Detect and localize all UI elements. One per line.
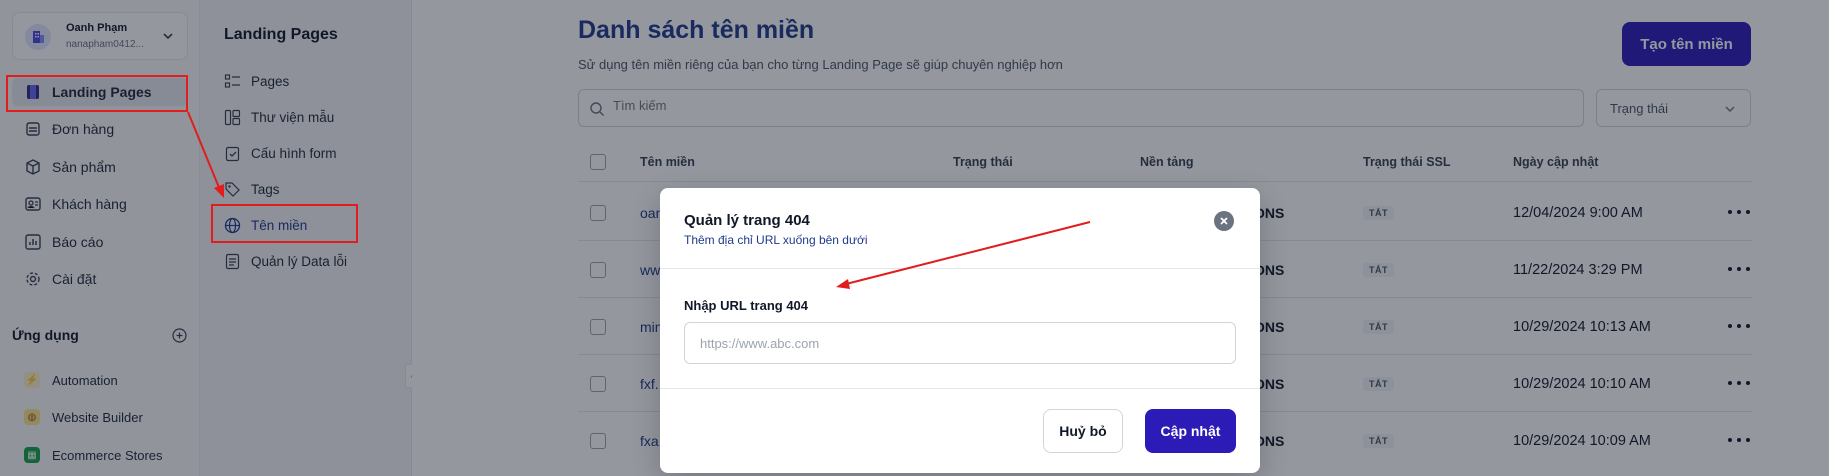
annotation-box-domains xyxy=(211,204,358,243)
modal-header-divider xyxy=(660,268,1260,269)
modal-footer-divider xyxy=(660,388,1260,389)
url-field-label: Nhập URL trang 404 xyxy=(684,298,809,313)
modal-title: Quản lý trang 404 xyxy=(684,212,810,229)
cancel-button[interactable]: Huỷ bỏ xyxy=(1043,409,1123,453)
modal-subtitle: Thêm địa chỉ URL xuống bên dưới xyxy=(684,233,868,247)
url-404-input[interactable] xyxy=(684,322,1236,364)
update-button[interactable]: Cập nhật xyxy=(1145,409,1236,453)
page-404-modal: Quản lý trang 404 Thêm địa chỉ URL xuống… xyxy=(660,188,1260,473)
close-icon[interactable] xyxy=(1214,211,1234,231)
annotation-box-landing-pages xyxy=(6,75,188,112)
